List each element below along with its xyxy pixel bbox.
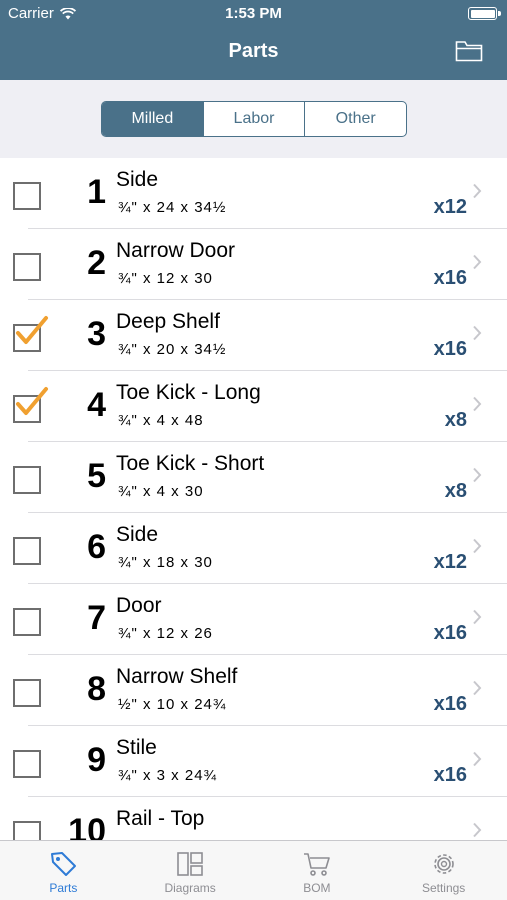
page-title: Parts	[228, 40, 279, 62]
segment-milled[interactable]: Milled	[102, 102, 203, 136]
tab-settings[interactable]: Settings	[380, 841, 507, 900]
checkmark-icon	[16, 316, 48, 344]
diagrams-icon	[177, 852, 203, 876]
segmented-control: Milled Labor Other	[101, 101, 407, 137]
part-quantity: x8	[444, 480, 467, 502]
list-item[interactable]: 8 Narrow Shelf ½" x 10 x 24¾ x16	[0, 655, 507, 726]
tag-icon	[51, 852, 77, 876]
folder-icon[interactable]	[455, 40, 483, 62]
checkbox[interactable]	[13, 821, 41, 840]
part-dimensions: ½" x 10 x 24¾	[118, 696, 227, 713]
chevron-right-icon	[473, 325, 482, 341]
part-number: 9	[87, 741, 106, 779]
part-name: Narrow Shelf	[116, 665, 238, 688]
part-number: 1	[87, 173, 106, 211]
list-item[interactable]: 3 Deep Shelf ¾" x 20 x 34½ x16	[0, 300, 507, 371]
list-item[interactable]: 10 Rail - Top	[0, 797, 507, 840]
segment-bar: Milled Labor Other	[0, 80, 507, 158]
part-name: Stile	[116, 736, 157, 759]
part-quantity: x16	[433, 693, 467, 715]
part-dimensions: ¾" x 12 x 30	[118, 270, 213, 287]
status-bar: Carrier 1:53 PM	[0, 5, 507, 25]
part-dimensions: ¾" x 4 x 48	[118, 412, 204, 429]
checkbox[interactable]	[13, 253, 41, 281]
list-item[interactable]: 4 Toe Kick - Long ¾" x 4 x 48 x8	[0, 371, 507, 442]
checkbox[interactable]	[13, 608, 41, 636]
part-quantity: x16	[433, 622, 467, 644]
part-dimensions: ¾" x 12 x 26	[118, 625, 213, 642]
list-item[interactable]: 5 Toe Kick - Short ¾" x 4 x 30 x8	[0, 442, 507, 513]
checkmark-icon	[16, 387, 48, 415]
parts-list: 1 Side ¾" x 24 x 34½ x12 2 Narrow Door ¾" x 12…	[0, 158, 507, 840]
checkbox[interactable]	[13, 750, 41, 778]
part-number: 2	[87, 244, 106, 282]
list-item[interactable]: 6 Side ¾" x 18 x 30 x12	[0, 513, 507, 584]
part-number: 6	[87, 528, 106, 566]
part-number: 4	[87, 386, 106, 424]
part-number: 8	[87, 670, 106, 708]
tab-bar: Parts Diagrams BOM Settings	[0, 840, 507, 900]
chevron-right-icon	[473, 467, 482, 483]
part-number: 5	[87, 457, 106, 495]
part-name: Rail - Top	[116, 807, 205, 830]
part-dimensions: ¾" x 4 x 30	[118, 483, 204, 500]
part-dimensions: ¾" x 18 x 30	[118, 554, 213, 571]
list-item[interactable]: 7 Door ¾" x 12 x 26 x16	[0, 584, 507, 655]
part-number: 7	[87, 599, 106, 637]
part-quantity: x16	[433, 267, 467, 289]
chevron-right-icon	[473, 183, 482, 199]
part-number: 3	[87, 315, 106, 353]
chevron-right-icon	[473, 822, 482, 838]
part-name: Side	[116, 523, 159, 546]
chevron-right-icon	[473, 609, 482, 625]
part-name: Narrow Door	[116, 239, 236, 262]
tab-label: BOM	[303, 881, 331, 895]
chevron-right-icon	[473, 254, 482, 270]
checkbox[interactable]	[13, 182, 41, 210]
part-name: Toe Kick - Short	[116, 452, 265, 475]
part-dimensions: ¾" x 24 x 34½	[118, 199, 227, 216]
chevron-right-icon	[473, 396, 482, 412]
part-quantity: x8	[444, 409, 467, 431]
cart-icon	[303, 853, 330, 876]
part-quantity: x12	[433, 551, 467, 573]
segment-labor[interactable]: Labor	[202, 102, 305, 136]
gear-icon	[433, 854, 454, 874]
tab-parts[interactable]: Parts	[0, 841, 127, 900]
battery-icon	[468, 7, 501, 20]
part-name: Side	[116, 168, 159, 191]
chevron-right-icon	[473, 680, 482, 696]
part-dimensions: ¾" x 3 x 24¾	[118, 767, 218, 784]
tab-label: Diagrams	[164, 881, 216, 895]
tab-label: Parts	[49, 881, 78, 895]
tab-diagrams[interactable]: Diagrams	[127, 841, 254, 900]
chevron-right-icon	[473, 538, 482, 554]
tab-label: Settings	[421, 881, 466, 895]
part-quantity: x12	[433, 196, 467, 218]
checkbox[interactable]	[13, 679, 41, 707]
tab-bom[interactable]: BOM	[254, 841, 381, 900]
list-item[interactable]: 1 Side ¾" x 24 x 34½ x12	[0, 158, 507, 229]
status-time: 1:53 PM	[225, 5, 282, 22]
part-name: Deep Shelf	[116, 310, 220, 333]
list-item[interactable]: 9 Stile ¾" x 3 x 24¾ x16	[0, 726, 507, 797]
part-dimensions: ¾" x 20 x 34½	[118, 341, 227, 358]
checkbox[interactable]	[13, 466, 41, 494]
checkbox[interactable]	[13, 537, 41, 565]
part-number: 10	[68, 812, 106, 840]
segment-other[interactable]: Other	[304, 102, 406, 136]
navigation-bar: Carrier 1:53 PM Parts	[0, 0, 507, 80]
list-item[interactable]: 2 Narrow Door ¾" x 12 x 30 x16	[0, 229, 507, 300]
chevron-right-icon	[473, 751, 482, 767]
part-name: Door	[116, 594, 162, 617]
part-name: Toe Kick - Long	[116, 381, 261, 404]
part-quantity: x16	[433, 338, 467, 360]
part-quantity: x16	[433, 764, 467, 786]
